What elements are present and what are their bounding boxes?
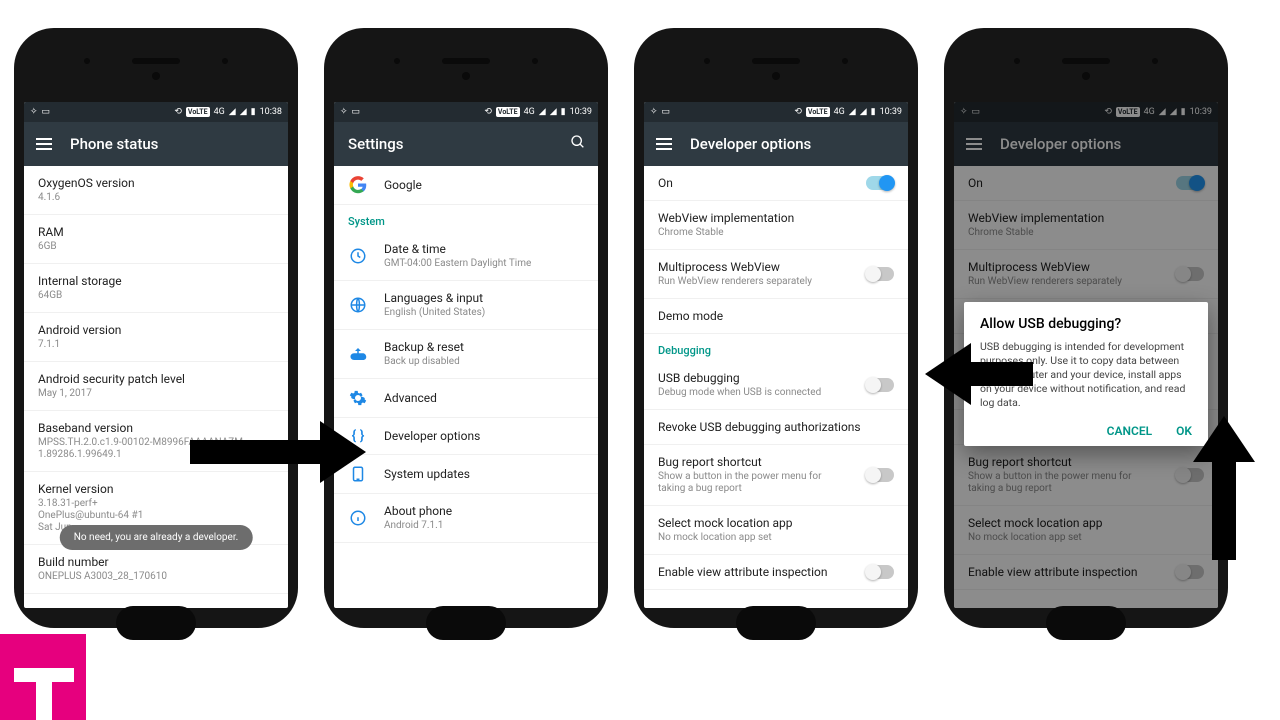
search-icon[interactable] <box>570 134 586 154</box>
row-title: Backup & reset <box>384 340 464 354</box>
settings-row[interactable]: Date & time GMT-04:00 Eastern Daylight Ti… <box>334 232 598 281</box>
dev-row[interactable]: USB debuggingDebug mode when USB is conn… <box>644 361 908 410</box>
volte-badge: VoLTE <box>186 107 210 117</box>
row-subtitle: 6GB <box>38 241 64 253</box>
info-row[interactable]: Build number ONEPLUS A3003_28_170610 <box>24 545 288 594</box>
page-title: Settings <box>348 135 404 153</box>
settings-row[interactable]: Advanced <box>334 379 598 418</box>
menu-icon[interactable] <box>36 138 52 150</box>
row-title: Google <box>384 178 422 192</box>
row-subtitle: GMT-04:00 Eastern Daylight Time <box>384 258 531 270</box>
row-title: Android security patch level <box>38 372 185 386</box>
settings-row[interactable]: { }Developer options <box>334 418 598 455</box>
info-row[interactable]: Internal storage 64GB <box>24 264 288 313</box>
row-icon <box>348 345 368 363</box>
settings-row-google[interactable]: Google <box>334 166 598 205</box>
toggle-switch[interactable] <box>866 267 894 281</box>
toggle-switch[interactable] <box>866 468 894 482</box>
settings-row[interactable]: Backup & reset Back up disabled <box>334 330 598 379</box>
row-title: Kernel version <box>38 482 143 496</box>
toggle-switch[interactable] <box>866 378 894 392</box>
notif-icon: ✧ <box>30 107 38 117</box>
app-bar: Settings <box>334 122 598 166</box>
app-bar: Phone status <box>24 122 288 166</box>
row-subtitle: ONEPLUS A3003_28_170610 <box>38 571 167 583</box>
page-title: Phone status <box>70 135 158 153</box>
dev-row[interactable]: Bug report shortcutShow a button in the … <box>644 445 908 506</box>
ok-button[interactable]: OK <box>1176 424 1192 438</box>
row-subtitle: 64GB <box>38 290 122 302</box>
dev-row[interactable]: Enable view attribute inspection <box>644 555 908 590</box>
settings-row[interactable]: System updates <box>334 455 598 494</box>
row-title: Baseband version <box>38 421 274 435</box>
status-bar: ✧ ▭ ⟲ VoLTE 4G ◢ ◢ ▮ 10:38 <box>24 102 288 122</box>
toggle-switch[interactable] <box>866 176 894 190</box>
row-subtitle: May 1, 2017 <box>38 388 185 400</box>
clock: 10:38 <box>260 107 282 117</box>
status-bar: ✧▭⟲VoLTE4G◢◢▮10:39 <box>644 102 908 122</box>
row-subtitle: English (United States) <box>384 307 485 319</box>
clock: 10:39 <box>880 107 902 117</box>
signal-icon: ◢ <box>229 107 236 117</box>
sync-icon: ⟲ <box>174 107 182 117</box>
page-title: Developer options <box>690 135 811 153</box>
toggle-switch[interactable] <box>866 565 894 579</box>
toast: No need, you are already a developer. <box>60 525 253 550</box>
signal-icon: ◢ <box>240 107 247 117</box>
row-icon <box>348 509 368 527</box>
row-title: Android version <box>38 323 121 337</box>
settings-row[interactable]: Languages & input English (United States) <box>334 281 598 330</box>
row-title: Date & time <box>384 242 531 256</box>
status-bar: ✧▭ ⟲VoLTE 4G◢◢▮ 10:39 <box>334 102 598 122</box>
network-label: 4G <box>214 107 225 117</box>
row-title: Build number <box>38 555 167 569</box>
google-icon <box>348 176 368 194</box>
section-header: System <box>334 205 598 232</box>
developer-options-device: ✧▭⟲VoLTE4G◢◢▮10:39 Developer options OnWeb… <box>634 28 918 628</box>
info-row[interactable]: RAM 6GB <box>24 215 288 264</box>
dev-row[interactable]: Demo mode <box>644 299 908 334</box>
app-bar: Developer options <box>644 122 908 166</box>
brand-logo <box>0 634 86 720</box>
row-title: Internal storage <box>38 274 122 288</box>
settings-row[interactable]: About phone Android 7.1.1 <box>334 494 598 543</box>
phone-status-device: ✧ ▭ ⟲ VoLTE 4G ◢ ◢ ▮ 10:38 Phone status … <box>14 28 298 628</box>
row-subtitle: Back up disabled <box>384 356 464 368</box>
clock: 10:39 <box>570 107 592 117</box>
info-row[interactable]: Android security patch level May 1, 2017 <box>24 362 288 411</box>
cancel-button[interactable]: CANCEL <box>1107 424 1152 438</box>
row-title: Advanced <box>384 391 437 405</box>
settings-device: ✧▭ ⟲VoLTE 4G◢◢▮ 10:39 Settings <box>324 28 608 628</box>
dev-row[interactable]: Revoke USB debugging authorizations <box>644 410 908 445</box>
usb-dialog-device: ✧▭⟲VoLTE4G◢◢▮10:39Developer optionsOnWeb… <box>944 28 1228 628</box>
row-subtitle: 4.1.6 <box>38 192 135 204</box>
row-icon <box>348 247 368 265</box>
row-title: About phone <box>384 504 452 518</box>
notif-icon: ▭ <box>42 107 51 117</box>
info-row[interactable]: Android version 7.1.1 <box>24 313 288 362</box>
battery-icon: ▮ <box>251 107 256 117</box>
dialog-title: Allow USB debugging? <box>980 316 1192 332</box>
dev-row[interactable]: Multiprocess WebViewRun WebView renderer… <box>644 250 908 299</box>
info-row[interactable]: OxygenOS version 4.1.6 <box>24 166 288 215</box>
row-icon <box>348 296 368 314</box>
dev-master-toggle[interactable]: On <box>644 166 908 201</box>
row-title: Languages & input <box>384 291 485 305</box>
row-subtitle: 7.1.1 <box>38 339 121 351</box>
row-title: RAM <box>38 225 64 239</box>
dev-row[interactable]: WebView implementationChrome Stable <box>644 201 908 250</box>
row-subtitle: Android 7.1.1 <box>384 520 452 532</box>
menu-icon[interactable] <box>656 138 672 150</box>
row-icon <box>348 389 368 407</box>
section-header: Debugging <box>644 334 908 361</box>
row-title: System updates <box>384 467 470 481</box>
row-title: OxygenOS version <box>38 176 135 190</box>
row-title: Developer options <box>384 429 480 443</box>
dev-row[interactable]: Select mock location appNo mock location… <box>644 506 908 555</box>
